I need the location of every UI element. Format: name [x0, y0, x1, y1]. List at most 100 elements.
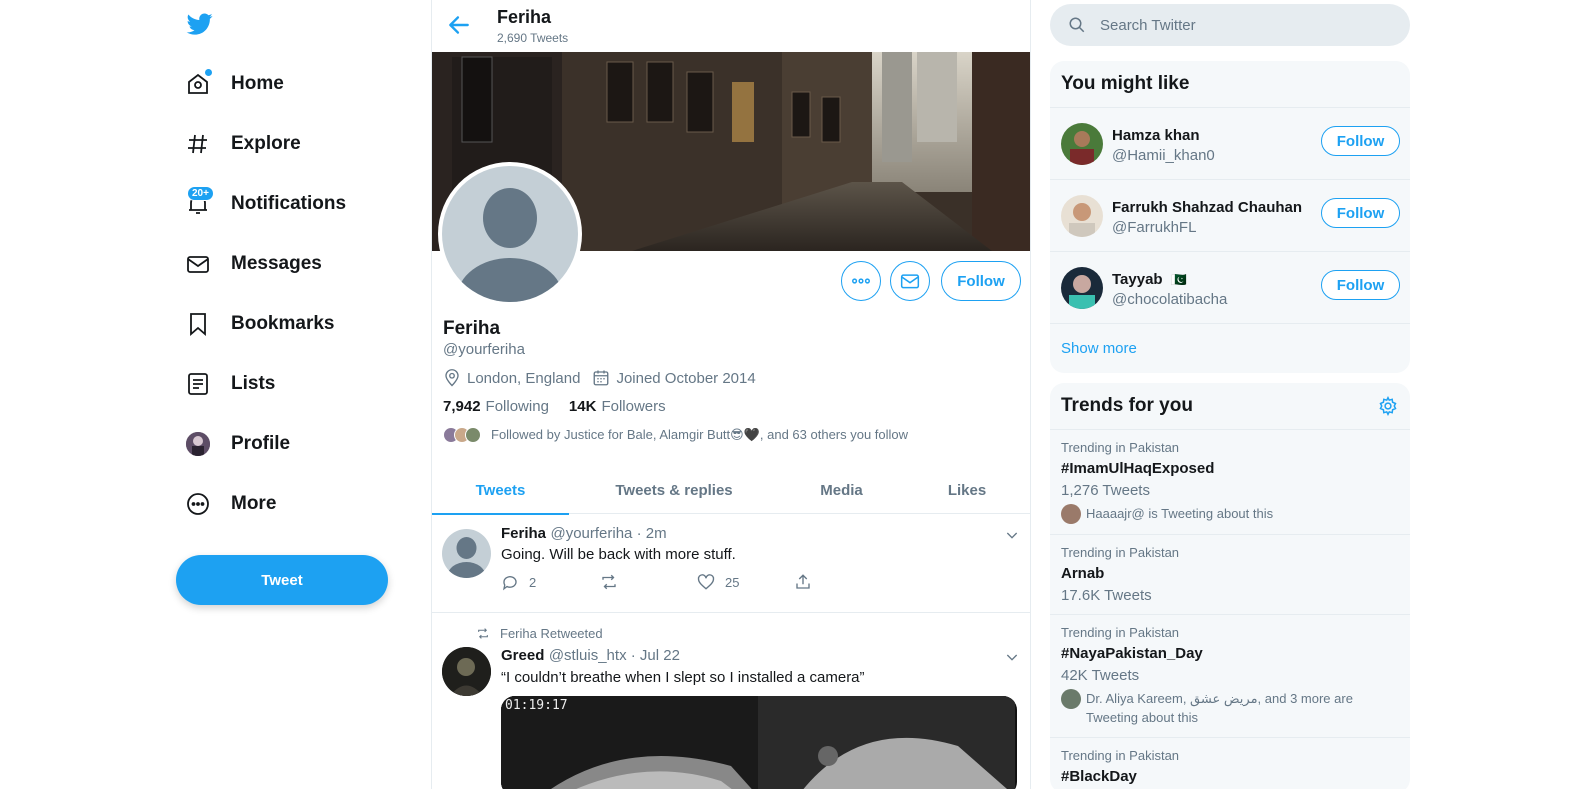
user-handle: @Hamii_khan0 [1112, 147, 1215, 164]
notification-dot [205, 69, 212, 76]
user-name-text: Tayyab [1112, 271, 1163, 288]
suggested-user[interactable]: Hamza khan @Hamii_khan0 Follow [1050, 108, 1410, 180]
tab-tweets[interactable]: Tweets [432, 466, 569, 515]
trend-item[interactable]: Trending in Pakistan #NayaPakistan_Day 4… [1050, 615, 1410, 738]
tweet-avatar[interactable] [442, 647, 491, 696]
profile-name: Feriha [443, 318, 501, 339]
show-more-link[interactable]: Show more [1050, 324, 1410, 373]
location-pin-icon [443, 369, 467, 387]
user-name: Tayyab 🇵🇰 [1112, 271, 1187, 288]
tweet-header: Feriha @yourferiha · 2m [501, 525, 667, 543]
user-handle: @chocolatibacha [1112, 291, 1228, 308]
trend-context: Trending in Pakistan [1061, 748, 1180, 763]
following-link[interactable]: 7,942 Following [443, 398, 549, 415]
followers-link[interactable]: 14K Followers [569, 398, 666, 415]
user-name: Farrukh Shahzad Chauhan [1112, 199, 1303, 216]
trends-title: Trends for you [1061, 395, 1193, 416]
trend-item[interactable]: Trending in Pakistan #BlackDay [1050, 738, 1410, 789]
user-avatar[interactable] [1061, 123, 1103, 165]
tweet-author-name[interactable]: Greed [501, 647, 544, 664]
list-icon [186, 372, 210, 396]
hashtag-icon [186, 132, 210, 156]
trends-title-row: Trends for you [1050, 383, 1410, 430]
tweeter-avatar [1061, 689, 1081, 709]
profile-handle: @yourferiha [443, 341, 525, 358]
twitter-logo-icon[interactable] [186, 11, 214, 37]
user-avatar[interactable] [1061, 267, 1103, 309]
nav-label-bookmarks: Bookmarks [231, 313, 335, 334]
follower-avatar [465, 427, 481, 443]
nav-bookmarks[interactable]: Bookmarks [186, 304, 335, 344]
tweet[interactable]: Feriha @yourferiha · 2m Going. Will be b… [432, 515, 1030, 613]
retweet-button[interactable] [599, 573, 619, 591]
user-avatar[interactable] [1061, 195, 1103, 237]
user-handle: @FarrukhFL [1112, 219, 1197, 236]
nav-profile[interactable]: Profile [186, 424, 290, 464]
chevron-down-icon[interactable] [1004, 527, 1020, 543]
nav-more[interactable]: More [186, 484, 276, 524]
search-input[interactable] [1100, 16, 1380, 34]
nav-messages[interactable]: Messages [186, 244, 322, 284]
tweet-media[interactable]: 01:19:17 [501, 696, 1017, 789]
nav-home[interactable]: Home [186, 64, 284, 104]
trend-tweeters: Dr. Aliya Kareem, مریض عشق, and 3 more a… [1061, 689, 1399, 727]
follow-button[interactable]: Follow [941, 261, 1021, 301]
reply-button[interactable]: 2 [501, 573, 536, 591]
like-button[interactable]: 25 [697, 573, 739, 591]
media-frame-left: 01:19:17 [501, 696, 758, 789]
reply-icon [501, 573, 519, 591]
trend-item[interactable]: Trending in Pakistan Arnab 17.6K Tweets [1050, 535, 1410, 615]
profile-avatar[interactable] [438, 162, 582, 306]
tweet-button[interactable]: Tweet [176, 555, 388, 605]
search-box[interactable] [1050, 4, 1410, 46]
back-arrow-icon[interactable] [446, 12, 472, 38]
tweet-text: Going. Will be back with more stuff. [501, 546, 736, 563]
following-count: 7,942 [443, 398, 481, 415]
media-frame-right [758, 696, 1015, 789]
gear-icon[interactable] [1378, 396, 1398, 416]
retweet-icon [476, 627, 490, 640]
profile-tabs: Tweets Tweets & replies Media Likes [432, 466, 1030, 515]
profile-location: London, England [467, 369, 581, 387]
who-to-follow-panel: You might like Hamza khan @Hamii_khan0 F… [1050, 61, 1410, 373]
more-options-button[interactable] [841, 261, 881, 301]
share-button[interactable] [794, 573, 812, 591]
tab-likes[interactable]: Likes [904, 466, 1030, 514]
retweet-icon [599, 573, 619, 591]
pakistan-flag-icon: 🇵🇰 [1170, 271, 1187, 287]
chevron-down-icon[interactable] [1004, 649, 1020, 665]
tweeter-avatar [1061, 504, 1081, 524]
trend-name: #ImamUlHaqExposed [1061, 460, 1215, 477]
message-button[interactable] [890, 261, 930, 301]
trend-item[interactable]: Trending in Pakistan #ImamUlHaqExposed 1… [1050, 430, 1410, 535]
nav-label-notifications: Notifications [231, 193, 347, 214]
trend-context: Trending in Pakistan [1061, 440, 1180, 455]
suggested-user[interactable]: Farrukh Shahzad Chauhan @FarrukhFL Follo… [1050, 180, 1410, 252]
trend-tweeters-text: Dr. Aliya Kareem, مریض عشق, and 3 more a… [1086, 691, 1353, 725]
follow-button[interactable]: Follow [1321, 198, 1400, 228]
video-timestamp: 01:19:17 [505, 698, 568, 713]
retweet-context: Feriha Retweeted [476, 626, 603, 641]
heart-icon [697, 573, 715, 591]
tweet-author-name[interactable]: Feriha [501, 525, 546, 542]
suggested-user[interactable]: Tayyab 🇵🇰 @chocolatibacha Follow [1050, 252, 1410, 324]
trend-name: Arnab [1061, 565, 1105, 582]
retweeted-by[interactable]: Feriha Retweeted [500, 626, 603, 641]
nav-lists[interactable]: Lists [186, 364, 275, 404]
nav-notifications[interactable]: 20+ Notifications [186, 184, 346, 224]
tweet-header: Greed @stluis_htx · Jul 22 [501, 647, 680, 665]
follow-button[interactable]: Follow [1321, 126, 1400, 156]
profile-header: Feriha 2,690 Tweets [432, 0, 1030, 52]
notifications-badge: 20+ [187, 186, 214, 201]
followed-by[interactable]: Followed by Justice for Bale, Alamgir Bu… [443, 427, 908, 443]
tweet-meta: @yourferiha · 2m [550, 525, 667, 542]
tab-tweets-replies[interactable]: Tweets & replies [569, 466, 779, 514]
tweet-avatar[interactable] [442, 529, 491, 578]
tweet[interactable]: Feriha Retweeted Greed @stluis_htx · Jul… [432, 613, 1030, 789]
follow-button[interactable]: Follow [1321, 270, 1400, 300]
calendar-icon [592, 369, 616, 387]
tab-media[interactable]: Media [779, 466, 904, 514]
bell-icon: 20+ [186, 186, 214, 216]
nav-explore[interactable]: Explore [186, 124, 301, 164]
trend-count: 42K Tweets [1061, 667, 1140, 684]
